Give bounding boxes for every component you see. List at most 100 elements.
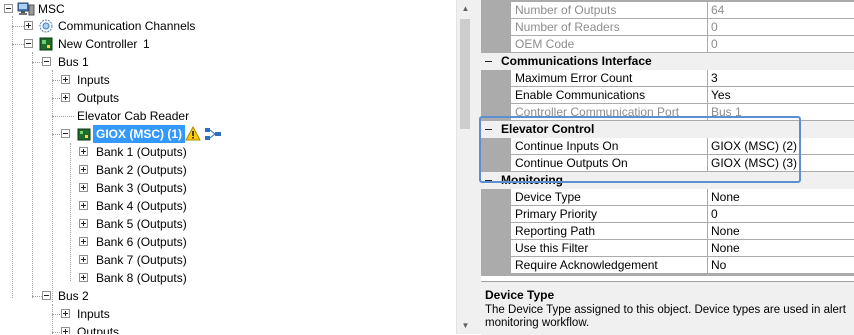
expand-toggle[interactable]	[79, 183, 88, 192]
tree-node-bus-2[interactable]: Bus 2	[0, 287, 120, 305]
property-name: OEM Code	[511, 36, 707, 52]
collapse-toggle[interactable]	[42, 291, 51, 300]
tree-node-bus-1[interactable]: Bus 1	[0, 53, 120, 71]
tree-node-label: New Controller	[58, 37, 138, 51]
warning-icon	[185, 126, 201, 141]
tree-node-label: Bank 4 (Outputs)	[96, 199, 187, 213]
tree-node-label-selected: GIOX (MSC) (1)	[93, 125, 185, 143]
tree-node-giox-msc-1[interactable]: GIOX (MSC) (1)	[0, 125, 230, 143]
collapse-toggle[interactable]	[24, 39, 33, 48]
collapse-category-icon[interactable]	[484, 57, 493, 66]
property-value[interactable]: 3	[708, 70, 854, 86]
property-row[interactable]: Reporting Path None	[481, 223, 854, 240]
expand-toggle[interactable]	[79, 273, 88, 282]
property-value: 0	[708, 19, 854, 35]
tree-node-msc[interactable]: MSC	[0, 0, 120, 18]
property-name: Device Type	[511, 189, 707, 205]
expand-toggle[interactable]	[79, 237, 88, 246]
tree-node-label: Inputs	[77, 307, 110, 321]
tree-node-bank[interactable]: Bank 2 (Outputs)	[0, 161, 200, 179]
tree-node-label: Bank 1 (Outputs)	[96, 145, 187, 159]
tree-node-label: Bus 1	[58, 55, 89, 69]
network-link-icon	[205, 128, 221, 140]
property-row[interactable]: Device Type None	[481, 189, 854, 206]
tree-node-bank[interactable]: Bank 8 (Outputs)	[0, 269, 200, 287]
tree-node-label: Bank 7 (Outputs)	[96, 253, 187, 267]
expand-toggle[interactable]	[79, 255, 88, 264]
property-name: Require Acknowledgement	[511, 257, 707, 273]
property-row[interactable]: Number of Outputs 64	[481, 2, 854, 19]
callout-highlight-box	[479, 116, 801, 183]
tree-node-bank[interactable]: Bank 7 (Outputs)	[0, 251, 200, 269]
tree-node-outputs[interactable]: Outputs	[0, 89, 130, 107]
tree-node-bank[interactable]: Bank 5 (Outputs)	[0, 215, 200, 233]
property-value[interactable]: 0	[708, 206, 854, 222]
description-text: The Device Type assigned to this object.…	[485, 304, 846, 329]
property-name: Primary Priority	[511, 206, 707, 222]
expand-toggle[interactable]	[24, 21, 33, 30]
tree-node-label: Elevator Cab Reader	[77, 109, 190, 123]
property-row[interactable]: Require Acknowledgement No	[481, 257, 854, 274]
io-board-icon	[77, 128, 91, 141]
expand-toggle[interactable]	[61, 309, 70, 318]
tree-node-label: Bus 2	[58, 289, 89, 303]
tree-node-label: Outputs	[77, 91, 120, 105]
property-row[interactable]: Number of Readers 0	[481, 19, 854, 36]
description-title: Device Type	[485, 288, 555, 302]
expand-toggle[interactable]	[61, 75, 70, 84]
property-value[interactable]: No	[708, 257, 854, 273]
tree-node-bank[interactable]: Bank 6 (Outputs)	[0, 233, 200, 251]
tree-node-bank[interactable]: Bank 1 (Outputs)	[0, 143, 200, 161]
tree-node-label: Bank 3 (Outputs)	[96, 181, 187, 195]
tree-node-bank[interactable]: Bank 3 (Outputs)	[0, 179, 200, 197]
property-value: 64	[708, 2, 854, 18]
expand-toggle[interactable]	[79, 147, 88, 156]
property-name: Reporting Path	[511, 223, 707, 239]
controller-number: 1	[143, 37, 150, 51]
property-row[interactable]: Primary Priority 0	[481, 206, 854, 223]
property-name: Enable Communications	[511, 87, 707, 103]
property-row[interactable]: Maximum Error Count 3	[481, 70, 854, 87]
tree-node-label: Bank 2 (Outputs)	[96, 163, 187, 177]
scroll-down-icon[interactable]: ▼	[457, 317, 474, 334]
property-row[interactable]: OEM Code 0	[481, 36, 854, 53]
expand-toggle[interactable]	[61, 327, 70, 334]
tree-node-label: Inputs	[77, 73, 110, 87]
hardware-tree[interactable]: MSC Communication Channels New Controlle…	[0, 0, 456, 334]
property-row[interactable]: Enable Communications Yes	[481, 87, 854, 104]
tree-scrollbar[interactable]: ▲ ▼	[456, 0, 473, 334]
category-communications-interface[interactable]: Communications Interface	[481, 53, 854, 70]
tree-node-label: Bank 5 (Outputs)	[96, 217, 187, 231]
property-value[interactable]: None	[708, 189, 854, 205]
property-value[interactable]: Yes	[708, 87, 854, 103]
tree-node-label: Bank 8 (Outputs)	[96, 271, 187, 285]
tree-node-outputs[interactable]: Outputs	[0, 323, 130, 334]
scroll-up-icon[interactable]: ▲	[457, 0, 474, 17]
tree-node-label: Communication Channels	[58, 19, 196, 33]
property-value[interactable]: None	[708, 240, 854, 256]
tree-node-communication-channels[interactable]: Communication Channels	[0, 17, 220, 35]
tree-node-inputs[interactable]: Inputs	[0, 71, 120, 89]
expand-toggle[interactable]	[79, 165, 88, 174]
collapse-toggle[interactable]	[61, 129, 70, 138]
collapse-toggle[interactable]	[42, 57, 51, 66]
tree-node-label: MSC	[38, 2, 65, 16]
tree-node-bank[interactable]: Bank 4 (Outputs)	[0, 197, 200, 215]
server-icon	[17, 2, 35, 16]
tree-node-label: Bank 6 (Outputs)	[96, 235, 187, 249]
tree-node-new-controller[interactable]: New Controller 1	[0, 35, 180, 53]
property-name: Maximum Error Count	[511, 70, 707, 86]
property-value[interactable]: None	[708, 223, 854, 239]
tree-node-elevator-cab-reader[interactable]: Elevator Cab Reader	[0, 107, 200, 125]
property-name: Number of Readers	[511, 19, 707, 35]
property-value: 0	[708, 36, 854, 52]
tree-node-inputs[interactable]: Inputs	[0, 305, 120, 323]
expand-toggle[interactable]	[79, 219, 88, 228]
scrollbar-thumb[interactable]	[460, 19, 470, 129]
expand-toggle[interactable]	[79, 201, 88, 210]
collapse-toggle[interactable]	[4, 4, 13, 13]
tree-node-label: Outputs	[77, 325, 120, 334]
property-row[interactable]: Use this Filter None	[481, 240, 854, 257]
expand-toggle[interactable]	[61, 93, 70, 102]
globe-icon	[39, 19, 53, 33]
